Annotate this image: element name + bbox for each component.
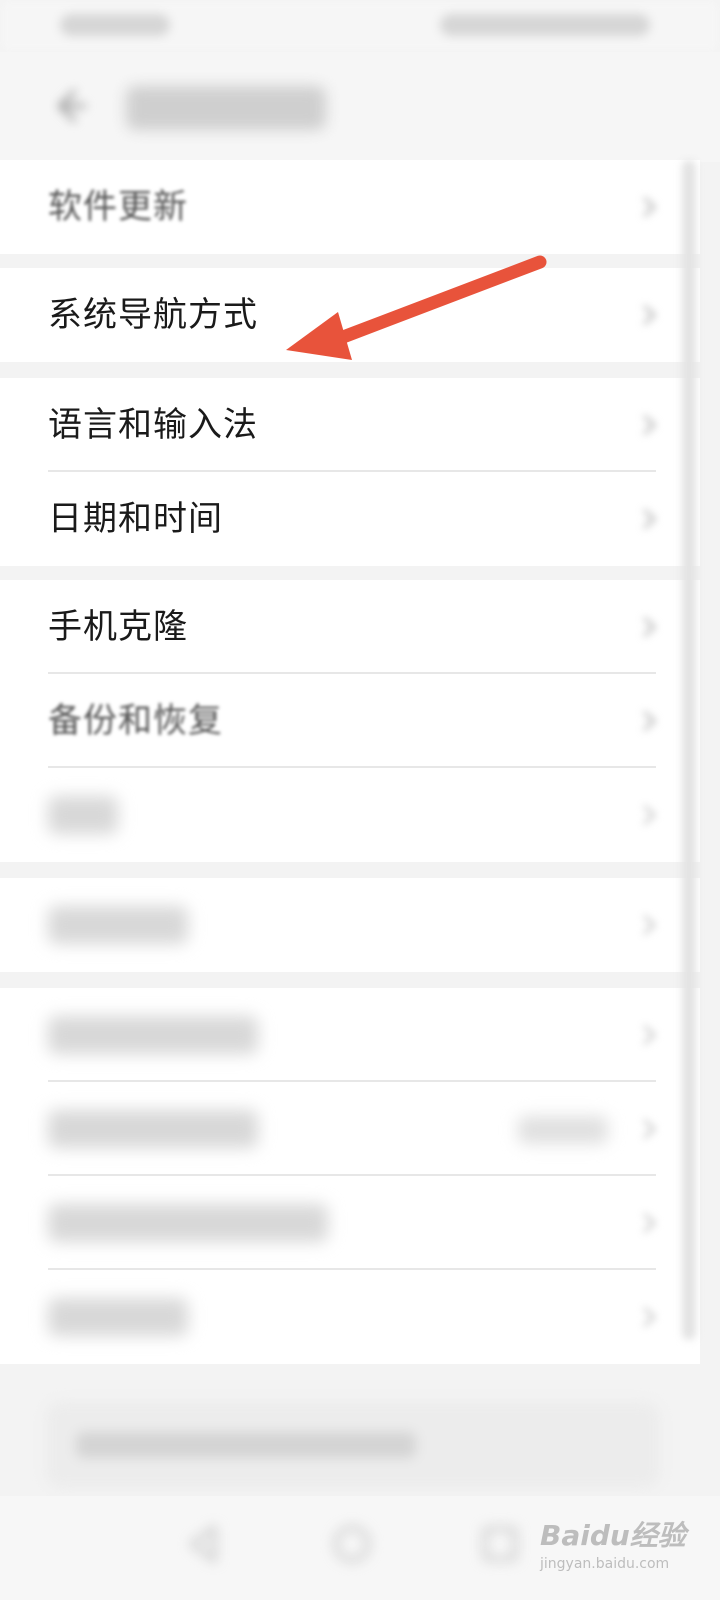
- square-recent-icon[interactable]: [472, 1516, 528, 1572]
- watermark-brand: Baidu经验: [540, 1519, 686, 1552]
- settings-item-blurred-3[interactable]: [0, 988, 700, 1082]
- watermark-url: jingyan.baidu.com: [540, 1556, 670, 1572]
- chevron-right-icon: [638, 1210, 660, 1236]
- chevron-right-icon: [638, 614, 660, 640]
- chevron-right-icon: [638, 1022, 660, 1048]
- blurred-label: [48, 906, 188, 944]
- settings-item-blurred-2[interactable]: [0, 878, 700, 972]
- blurred-value: [518, 1116, 608, 1144]
- scrollbar[interactable]: [682, 160, 696, 1340]
- blurred-label: [48, 1110, 258, 1148]
- settings-group-1: 软件更新: [0, 160, 700, 254]
- blurred-label: [48, 796, 118, 834]
- search-suggestion-box[interactable]: [46, 1402, 660, 1488]
- settings-item-software-update[interactable]: 软件更新: [0, 160, 700, 254]
- settings-group-6: [0, 988, 700, 1364]
- arrow-left-icon[interactable]: [44, 82, 92, 130]
- settings-item-language-input[interactable]: 语言和输入法: [0, 378, 700, 472]
- settings-group-5: [0, 878, 700, 972]
- blurred-label: [48, 1204, 328, 1242]
- settings-item-blurred-1[interactable]: [0, 768, 700, 862]
- settings-group-2: 系统导航方式: [0, 268, 700, 362]
- chevron-right-icon: [638, 1304, 660, 1330]
- settings-item-label: 语言和输入法: [48, 405, 258, 445]
- triangle-back-icon[interactable]: [176, 1516, 232, 1572]
- settings-item-system-navigation[interactable]: 系统导航方式: [0, 268, 700, 362]
- chevron-right-icon: [638, 506, 660, 532]
- settings-group-4: 手机克隆 备份和恢复: [0, 580, 700, 862]
- chevron-right-icon: [638, 912, 660, 938]
- settings-item-phone-clone[interactable]: 手机克隆: [0, 580, 700, 674]
- chevron-right-icon: [638, 1116, 660, 1142]
- chevron-right-icon: [638, 708, 660, 734]
- settings-item-label: 手机克隆: [48, 607, 188, 647]
- chevron-right-icon: [638, 302, 660, 328]
- chevron-right-icon: [638, 194, 660, 220]
- app-bar: [0, 52, 720, 162]
- blurred-label: [48, 1298, 188, 1336]
- status-bar: [0, 0, 720, 52]
- settings-item-blurred-4[interactable]: [0, 1082, 700, 1176]
- settings-item-label: 软件更新: [48, 187, 188, 227]
- chevron-right-icon: [638, 802, 660, 828]
- blurred-text: [76, 1432, 416, 1458]
- settings-item-label: 系统导航方式: [48, 295, 258, 335]
- settings-group-3: 语言和输入法 日期和时间: [0, 378, 700, 566]
- settings-item-backup-restore[interactable]: 备份和恢复: [0, 674, 700, 768]
- settings-item-blurred-5[interactable]: [0, 1176, 700, 1270]
- blurred-label: [48, 1016, 258, 1054]
- settings-item-label: 日期和时间: [48, 499, 223, 539]
- circle-home-icon[interactable]: [324, 1516, 380, 1572]
- settings-item-blurred-6[interactable]: [0, 1270, 700, 1364]
- baidu-watermark: Baidu经验 jingyan.baidu.com: [540, 1514, 690, 1584]
- settings-item-label: 备份和恢复: [48, 701, 223, 741]
- status-bar-left: [60, 14, 170, 36]
- settings-item-date-time[interactable]: 日期和时间: [0, 472, 700, 566]
- status-bar-right: [440, 14, 650, 36]
- page-title: [126, 86, 326, 130]
- chevron-right-icon: [638, 412, 660, 438]
